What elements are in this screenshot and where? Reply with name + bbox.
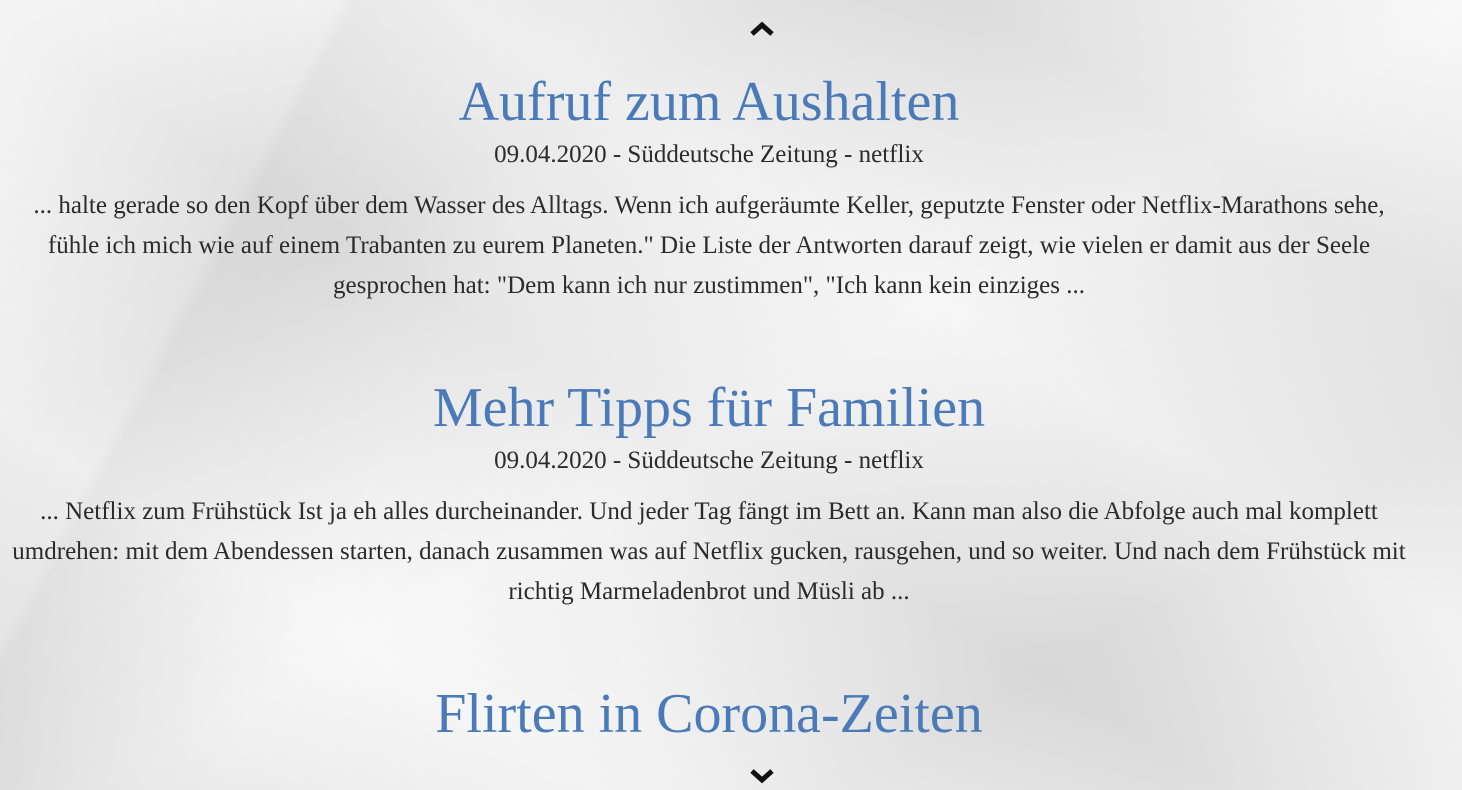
article-excerpt: ... halte gerade so den Kopf über dem Wa… [33, 192, 1385, 299]
scroll-down-arrow[interactable] [749, 767, 775, 785]
article-meta: 09.04.2020 - Süddeutsche Zeitung - netfl… [494, 141, 924, 168]
article-title[interactable]: Mehr Tipps für Familien [0, 376, 1418, 440]
scroll-up-arrow[interactable] [749, 20, 775, 38]
article: Aufruf zum Aushalten 09.04.2020 - Süddeu… [0, 70, 1418, 306]
article-title[interactable]: Aufruf zum Aushalten [0, 70, 1418, 134]
article-meta: 09.04.2020 - Süddeutsche Zeitung - netfl… [494, 447, 924, 474]
chevron-down-icon [750, 769, 774, 784]
article-title[interactable]: Flirten in Corona-Zeiten [0, 682, 1418, 746]
article: Flirten in Corona-Zeiten [0, 682, 1418, 746]
article: Mehr Tipps für Familien 09.04.2020 - Süd… [0, 376, 1418, 612]
chevron-up-icon [750, 21, 774, 36]
article-excerpt: ... Netflix zum Frühstück Ist ja eh alle… [12, 498, 1406, 605]
